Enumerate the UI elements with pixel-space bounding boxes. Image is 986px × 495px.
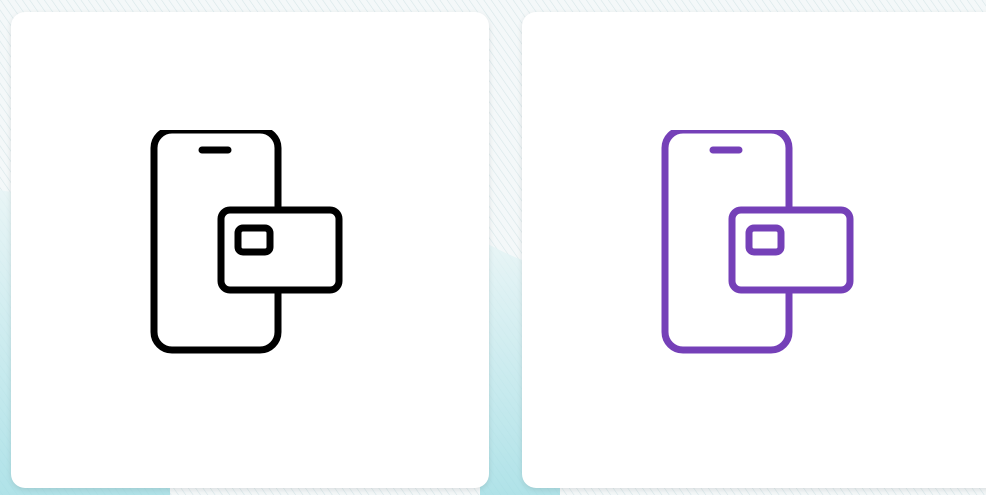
icon-card-purple <box>522 12 986 488</box>
phone-card-payment-icon <box>150 130 350 370</box>
icon-card-black <box>11 12 489 488</box>
phone-card-payment-icon <box>661 130 861 370</box>
